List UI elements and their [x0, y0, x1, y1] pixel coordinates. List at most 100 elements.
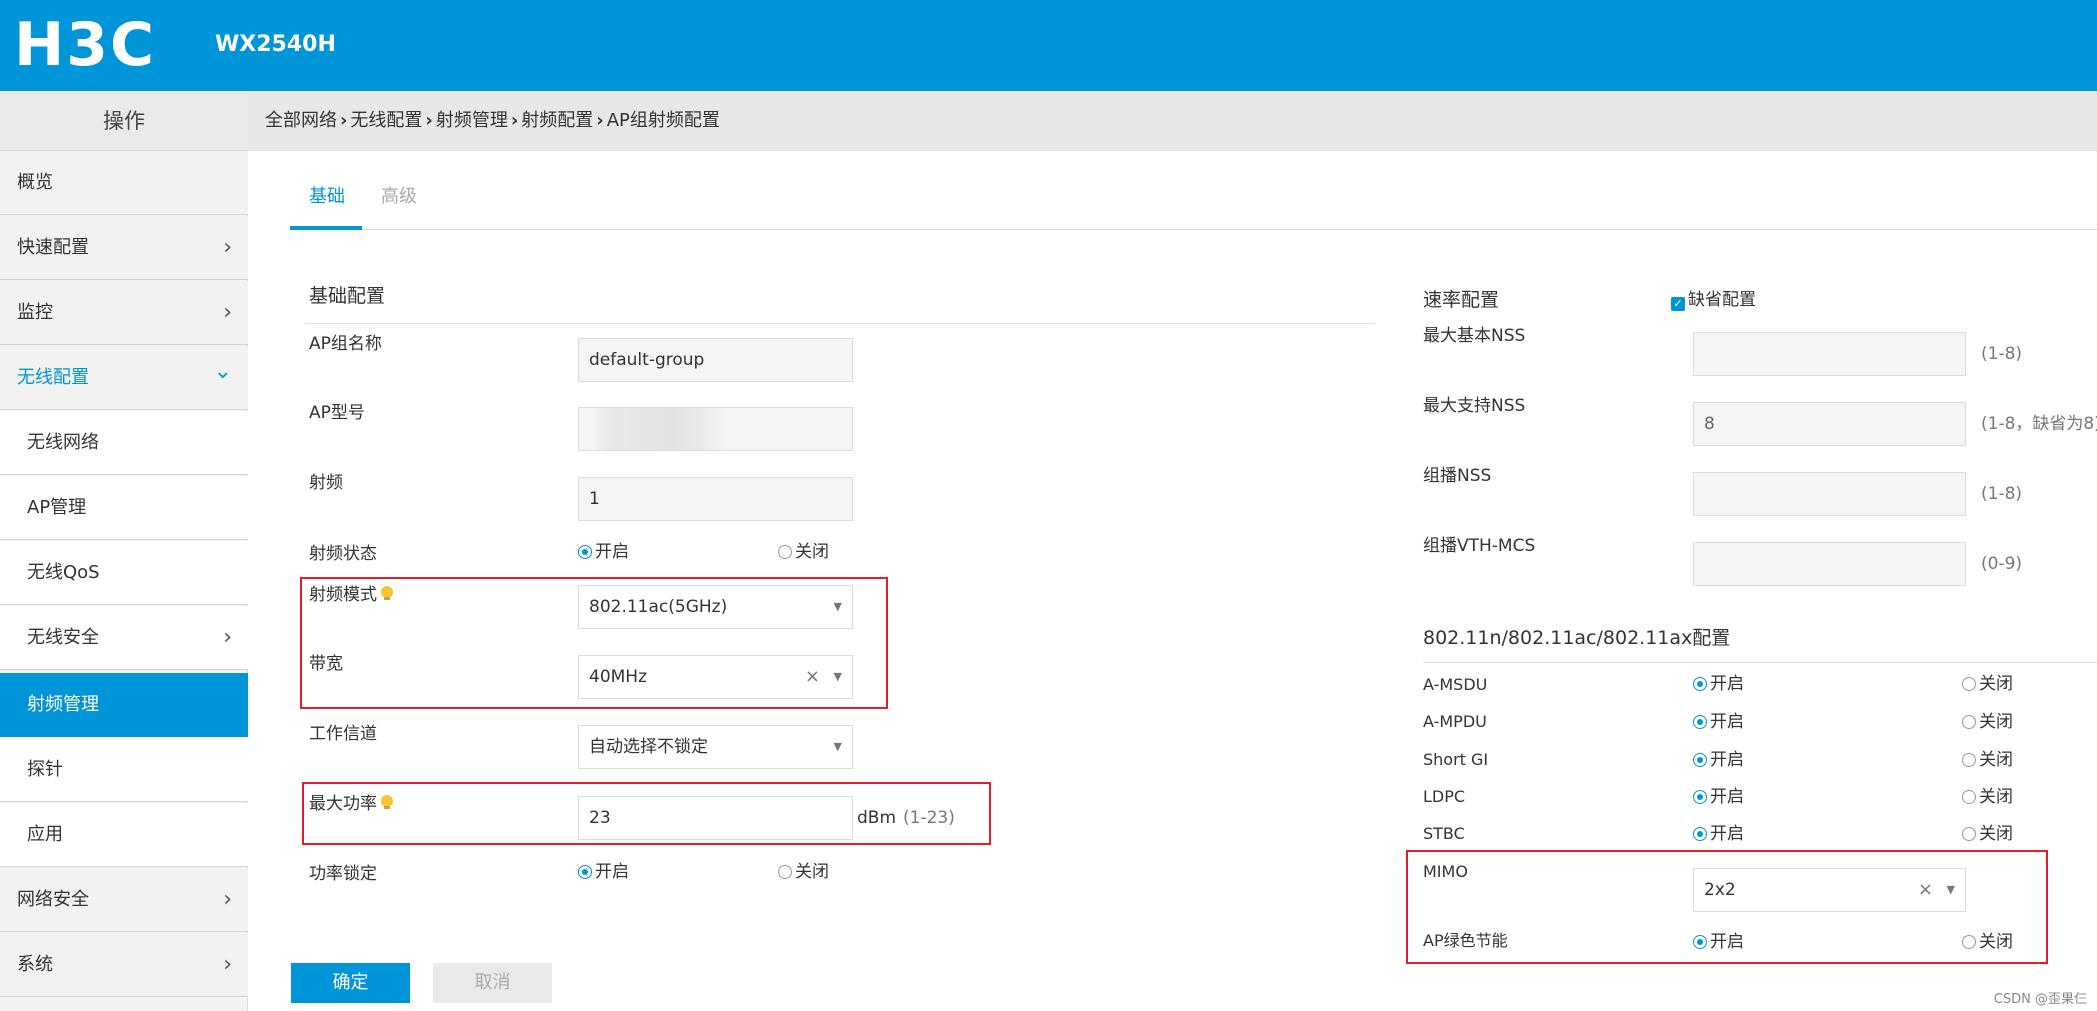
multicast-nss-hint: (1-8): [1981, 484, 2023, 504]
label-radio: 射频: [309, 473, 343, 493]
sidebar-item-wireless-security[interactable]: 无线安全 ›: [0, 606, 248, 670]
breadcrumb-item-current: AP组射频配置: [606, 110, 720, 131]
breadcrumb-item[interactable]: 全部网络: [265, 110, 337, 131]
stbc-on[interactable]: 开启: [1693, 822, 1744, 846]
ldpc-on[interactable]: 开启: [1693, 785, 1744, 809]
sidebar-item-label: 监控: [17, 302, 53, 323]
radio-checked-icon: [1693, 677, 1707, 691]
label-multicast-vht-mcs: 组播VTH-MCS: [1423, 536, 1536, 556]
max-support-nss-hint: (1-8，缺省为8): [1981, 414, 2097, 434]
breadcrumb-item[interactable]: 射频配置: [521, 110, 593, 131]
breadcrumb-separator-icon: ›: [340, 110, 348, 131]
stbc-off[interactable]: 关闭: [1962, 822, 2013, 846]
sidebar-item-probe[interactable]: 探针: [0, 738, 248, 802]
label-power-lock: 功率锁定: [309, 864, 377, 884]
sidebar-item-label: 无线安全: [27, 627, 99, 648]
channel-select[interactable]: 自动选择不锁定 ▼: [578, 725, 853, 769]
label-ldpc: LDPC: [1423, 787, 1466, 806]
a-msdu-on[interactable]: 开启: [1693, 672, 1744, 696]
breadcrumb-item[interactable]: 无线配置: [350, 110, 422, 131]
power-lock-on[interactable]: 开启: [578, 860, 629, 884]
radio-label: 开启: [1710, 712, 1744, 732]
sidebar-item-label: 系统: [17, 954, 53, 975]
sidebar-item-label: 探针: [27, 759, 63, 780]
multicast-vht-mcs-hint: (0-9): [1981, 554, 2023, 574]
sidebar-item-system[interactable]: 系统 ›: [0, 933, 248, 997]
multicast-nss-input[interactable]: [1693, 472, 1966, 516]
label-ap-group-name: AP组名称: [309, 334, 382, 354]
section-title-dot11: 802.11n/802.11ac/802.11ax配置: [1423, 627, 1731, 649]
chevron-right-icon: ›: [223, 235, 232, 260]
sidebar-item-quick-config[interactable]: 快速配置 ›: [0, 216, 248, 280]
chevron-down-icon: ⌄: [213, 359, 232, 384]
sidebar-item-label: 应用: [27, 824, 63, 845]
tab-basic[interactable]: 基础: [309, 182, 345, 212]
label-max-basic-nss: 最大基本NSS: [1423, 326, 1526, 346]
default-config-checkbox[interactable]: ✓ 缺省配置: [1671, 288, 1756, 312]
sidebar-item-radio-management[interactable]: 射频管理: [0, 673, 248, 737]
tab-advanced[interactable]: 高级: [381, 182, 417, 212]
sidebar-item-label: 网络安全: [17, 889, 89, 910]
radio-checked-icon: [1693, 715, 1707, 729]
label-short-gi: Short GI: [1423, 750, 1489, 769]
ap-model-input[interactable]: [578, 407, 853, 451]
radio-label: 开启: [1710, 750, 1744, 770]
sidebar-item-wireless-network[interactable]: 无线网络: [0, 411, 248, 475]
max-support-nss-input[interactable]: 8: [1693, 402, 1966, 446]
checkbox-label: 缺省配置: [1688, 290, 1756, 310]
sidebar-item-wireless-qos[interactable]: 无线QoS: [0, 541, 248, 605]
radio-label: 开启: [1710, 674, 1744, 694]
sidebar-item-wireless-config[interactable]: 无线配置 ⌄: [0, 346, 248, 410]
sidebar-item-label: 快速配置: [17, 237, 89, 258]
label-a-msdu: A-MSDU: [1423, 675, 1488, 694]
sidebar-title: 操作: [0, 91, 248, 151]
radio-label: 关闭: [1979, 674, 2013, 694]
h3c-logo: H3C: [14, 10, 156, 80]
ldpc-off[interactable]: 关闭: [1962, 785, 2013, 809]
sidebar-item-label: 无线网络: [27, 432, 99, 453]
radio-label: 关闭: [1979, 824, 2013, 844]
radio-unchecked-icon: [1962, 827, 1976, 841]
sidebar-item-monitor[interactable]: 监控 ›: [0, 281, 248, 345]
radio-unchecked-icon: [1962, 753, 1976, 767]
radio-label: 开启: [1710, 787, 1744, 807]
device-model: WX2540H: [215, 32, 336, 57]
tab-divider: [290, 229, 2097, 230]
sidebar-item-ap-management[interactable]: AP管理: [0, 476, 248, 540]
sidebar-item-label: 无线QoS: [27, 562, 100, 583]
highlight-box-mode-bandwidth: [300, 577, 888, 709]
radio-label: 关闭: [1979, 750, 2013, 770]
highlight-box-max-power: [302, 782, 991, 845]
sidebar-item-overview[interactable]: 概览: [0, 151, 248, 215]
radio-label: 开启: [1710, 824, 1744, 844]
sidebar-item-network-security[interactable]: 网络安全 ›: [0, 868, 248, 932]
label-radio-state: 射频状态: [309, 544, 377, 564]
label-ap-model: AP型号: [309, 403, 365, 423]
radio-checked-icon: [578, 865, 592, 879]
label-max-support-nss: 最大支持NSS: [1423, 396, 1526, 416]
power-lock-off[interactable]: 关闭: [778, 860, 829, 884]
radio-input[interactable]: 1: [578, 477, 853, 521]
breadcrumb-separator-icon: ›: [510, 110, 519, 131]
a-mpdu-off[interactable]: 关闭: [1962, 710, 2013, 734]
chevron-right-icon: ›: [223, 300, 232, 325]
radio-state-off[interactable]: 关闭: [778, 540, 829, 564]
max-basic-nss-input[interactable]: [1693, 332, 1966, 376]
ap-group-name-input[interactable]: default-group: [578, 338, 853, 382]
confirm-button[interactable]: 确定: [291, 963, 410, 1003]
radio-state-on[interactable]: 开启: [578, 540, 629, 564]
sidebar-item-label: AP管理: [27, 497, 87, 518]
breadcrumb-item[interactable]: 射频管理: [436, 110, 508, 131]
cancel-button[interactable]: 取消: [433, 963, 552, 1003]
section-title-basic: 基础配置: [309, 285, 386, 307]
a-mpdu-on[interactable]: 开启: [1693, 710, 1744, 734]
label-stbc: STBC: [1423, 824, 1465, 843]
breadcrumb-separator-icon: ›: [596, 110, 604, 131]
short-gi-on[interactable]: 开启: [1693, 748, 1744, 772]
breadcrumb: 全部网络 › 无线配置 › 射频管理 › 射频配置 › AP组射频配置: [265, 91, 720, 151]
radio-label: 开启: [595, 542, 629, 562]
short-gi-off[interactable]: 关闭: [1962, 748, 2013, 772]
multicast-vht-mcs-input[interactable]: [1693, 542, 1966, 586]
sidebar-item-application[interactable]: 应用: [0, 803, 248, 867]
a-msdu-off[interactable]: 关闭: [1962, 672, 2013, 696]
